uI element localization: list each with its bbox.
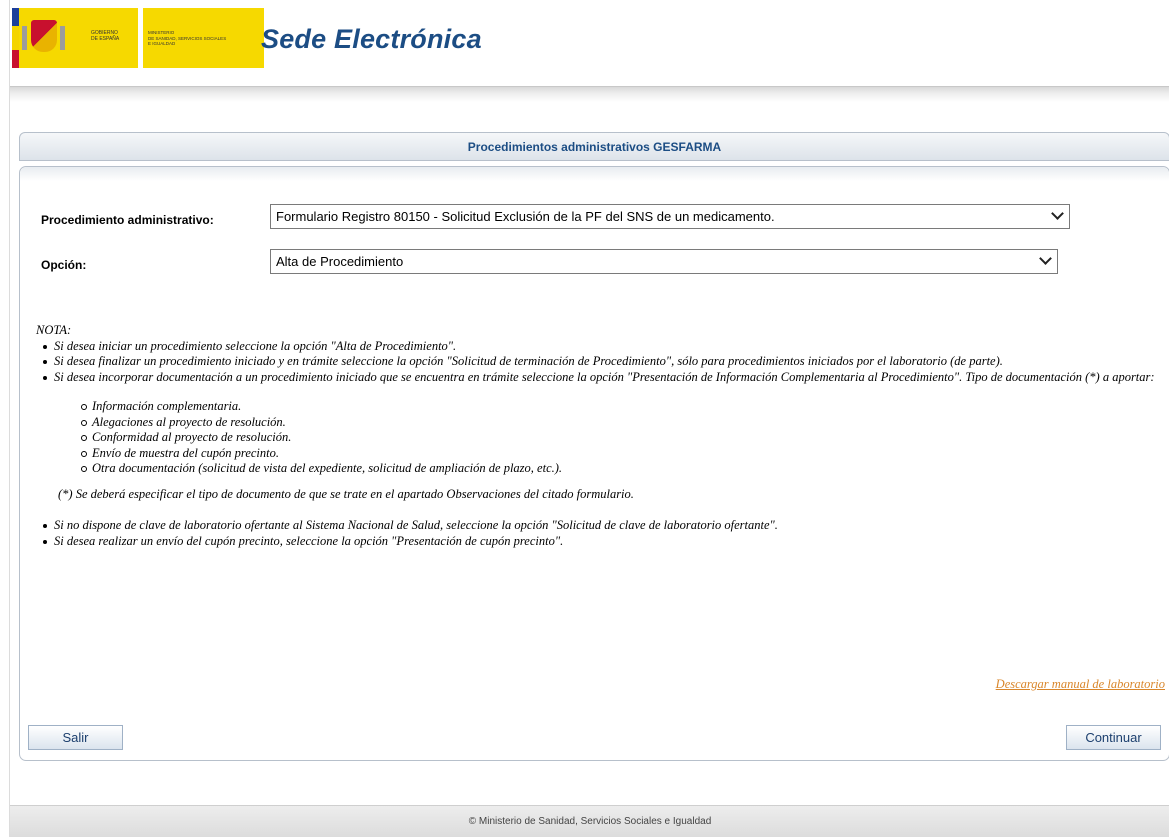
pillar-right-icon bbox=[60, 26, 65, 50]
opcion-select[interactable]: Alta de Procedimiento bbox=[270, 249, 1058, 274]
download-manual-link[interactable]: Descargar manual de laboratorio bbox=[996, 677, 1165, 692]
site-footer: © Ministerio de Sanidad, Servicios Socia… bbox=[10, 805, 1169, 837]
nota-heading: NOTA: bbox=[36, 323, 72, 337]
asterisk-note: (*) Se deberá especificar el tipo de doc… bbox=[58, 486, 634, 501]
nota-section: NOTA: Si desea iniciar un procedimiento … bbox=[36, 323, 1166, 549]
nota-sub-item: Alegaciones al proyecto de resolución. bbox=[36, 415, 1166, 431]
procedimiento-select[interactable]: Formulario Registro 80150 - Solicitud Ex… bbox=[270, 204, 1070, 229]
nota-sub-item: Información complementaria. bbox=[36, 399, 1166, 415]
ministerio-logo: MINISTERIO DE SANIDAD, SERVICIOS SOCIALE… bbox=[143, 8, 264, 68]
pillar-left-icon bbox=[22, 26, 27, 50]
chevron-down-icon bbox=[1039, 252, 1052, 265]
site-title: Sede Electrónica bbox=[261, 24, 482, 54]
section-title: Procedimientos administrativos GESFARMA bbox=[467, 140, 722, 154]
nota-bullet: Si desea iniciar un procedimiento selecc… bbox=[36, 339, 1166, 355]
gobierno-de-espana-logo: GOBIERNO DE ESPAÑA bbox=[19, 8, 138, 68]
gobierno-logo-text: GOBIERNO DE ESPAÑA bbox=[91, 30, 120, 42]
nota-bullet: Si desea incorporar documentación a un p… bbox=[36, 370, 1166, 386]
chevron-down-icon bbox=[1051, 207, 1064, 220]
header-divider bbox=[10, 86, 1169, 102]
continuar-button[interactable]: Continuar bbox=[1066, 725, 1161, 750]
procedimiento-label: Procedimiento administrativo: bbox=[41, 213, 214, 227]
nota-bullet: Si no dispone de clave de laboratorio of… bbox=[36, 518, 1166, 534]
nota-bullet: Si desea finalizar un procedimiento inic… bbox=[36, 354, 1166, 370]
nota-sub-item: Otra documentación (solicitud de vista d… bbox=[36, 461, 1166, 477]
nota-sub-item: Conformidad al proyecto de resolución. bbox=[36, 430, 1166, 446]
opcion-label: Opción: bbox=[41, 258, 87, 272]
panel-top-gradient bbox=[20, 167, 1169, 181]
opcion-select-value: Alta de Procedimiento bbox=[276, 254, 404, 269]
coat-of-arms-icon bbox=[31, 20, 57, 52]
ministerio-logo-text: MINISTERIO DE SANIDAD, SERVICIOS SOCIALE… bbox=[148, 30, 227, 46]
page: GOBIERNO DE ESPAÑA MINISTERIO DE SANIDAD… bbox=[9, 0, 1169, 837]
spain-flag-strip bbox=[12, 8, 19, 68]
nota-sub-item: Envío de muestra del cupón precinto. bbox=[36, 446, 1166, 462]
section-title-bar: Procedimientos administrativos GESFARMA bbox=[19, 132, 1169, 161]
procedimiento-select-value: Formulario Registro 80150 - Solicitud Ex… bbox=[276, 209, 775, 224]
footer-copyright: © Ministerio de Sanidad, Servicios Socia… bbox=[468, 816, 712, 827]
main-panel: Procedimiento administrativo: Formulario… bbox=[19, 166, 1169, 761]
salir-button[interactable]: Salir bbox=[28, 725, 123, 750]
nota-bullet: Si desea realizar un envío del cupón pre… bbox=[36, 534, 1166, 550]
site-header: GOBIERNO DE ESPAÑA MINISTERIO DE SANIDAD… bbox=[10, 0, 1169, 76]
